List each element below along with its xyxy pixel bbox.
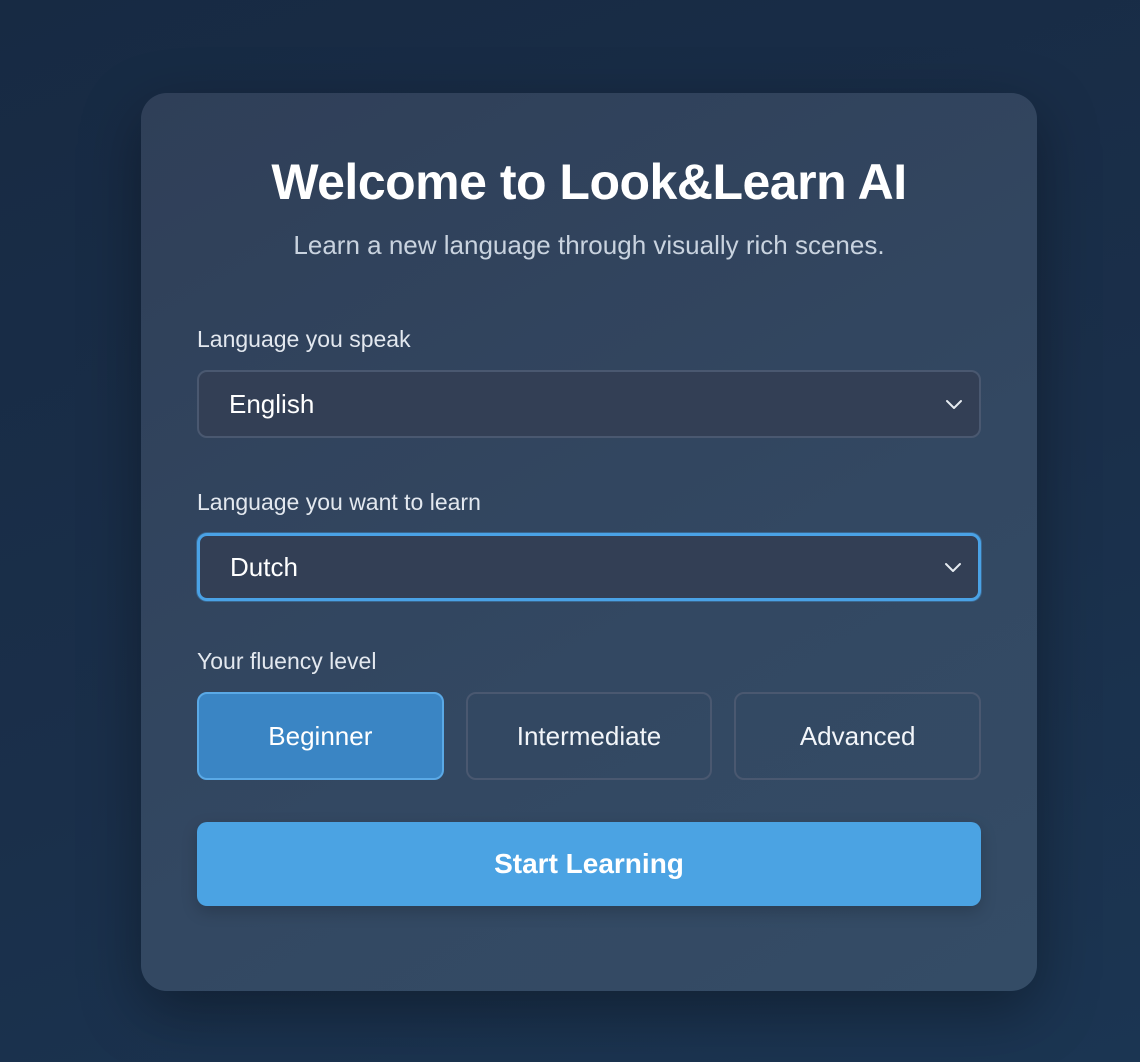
start-learning-button[interactable]: Start Learning — [197, 822, 981, 906]
chevron-down-icon — [946, 400, 962, 409]
learn-language-value: Dutch — [230, 552, 298, 582]
learn-language-select[interactable]: Dutch — [197, 533, 981, 601]
page-title: Welcome to Look&Learn AI — [271, 154, 907, 210]
speak-language-select[interactable]: English — [197, 370, 981, 438]
speak-language-value: English — [229, 389, 315, 419]
level-advanced-button[interactable]: Advanced — [734, 692, 982, 780]
page-subtitle: Learn a new language through visually ri… — [293, 230, 885, 260]
chevron-down-icon — [945, 563, 961, 572]
learn-language-label: Language you want to learn — [197, 489, 481, 515]
fluency-level-label: Your fluency level — [197, 648, 377, 674]
onboarding-card: Welcome to Look&Learn AI Learn a new lan… — [141, 93, 1037, 991]
level-beginner-button[interactable]: Beginner — [197, 692, 444, 780]
fluency-level-group: Beginner Intermediate Advanced — [197, 692, 982, 780]
level-intermediate-button[interactable]: Intermediate — [465, 692, 713, 780]
speak-language-label: Language you speak — [197, 326, 411, 352]
